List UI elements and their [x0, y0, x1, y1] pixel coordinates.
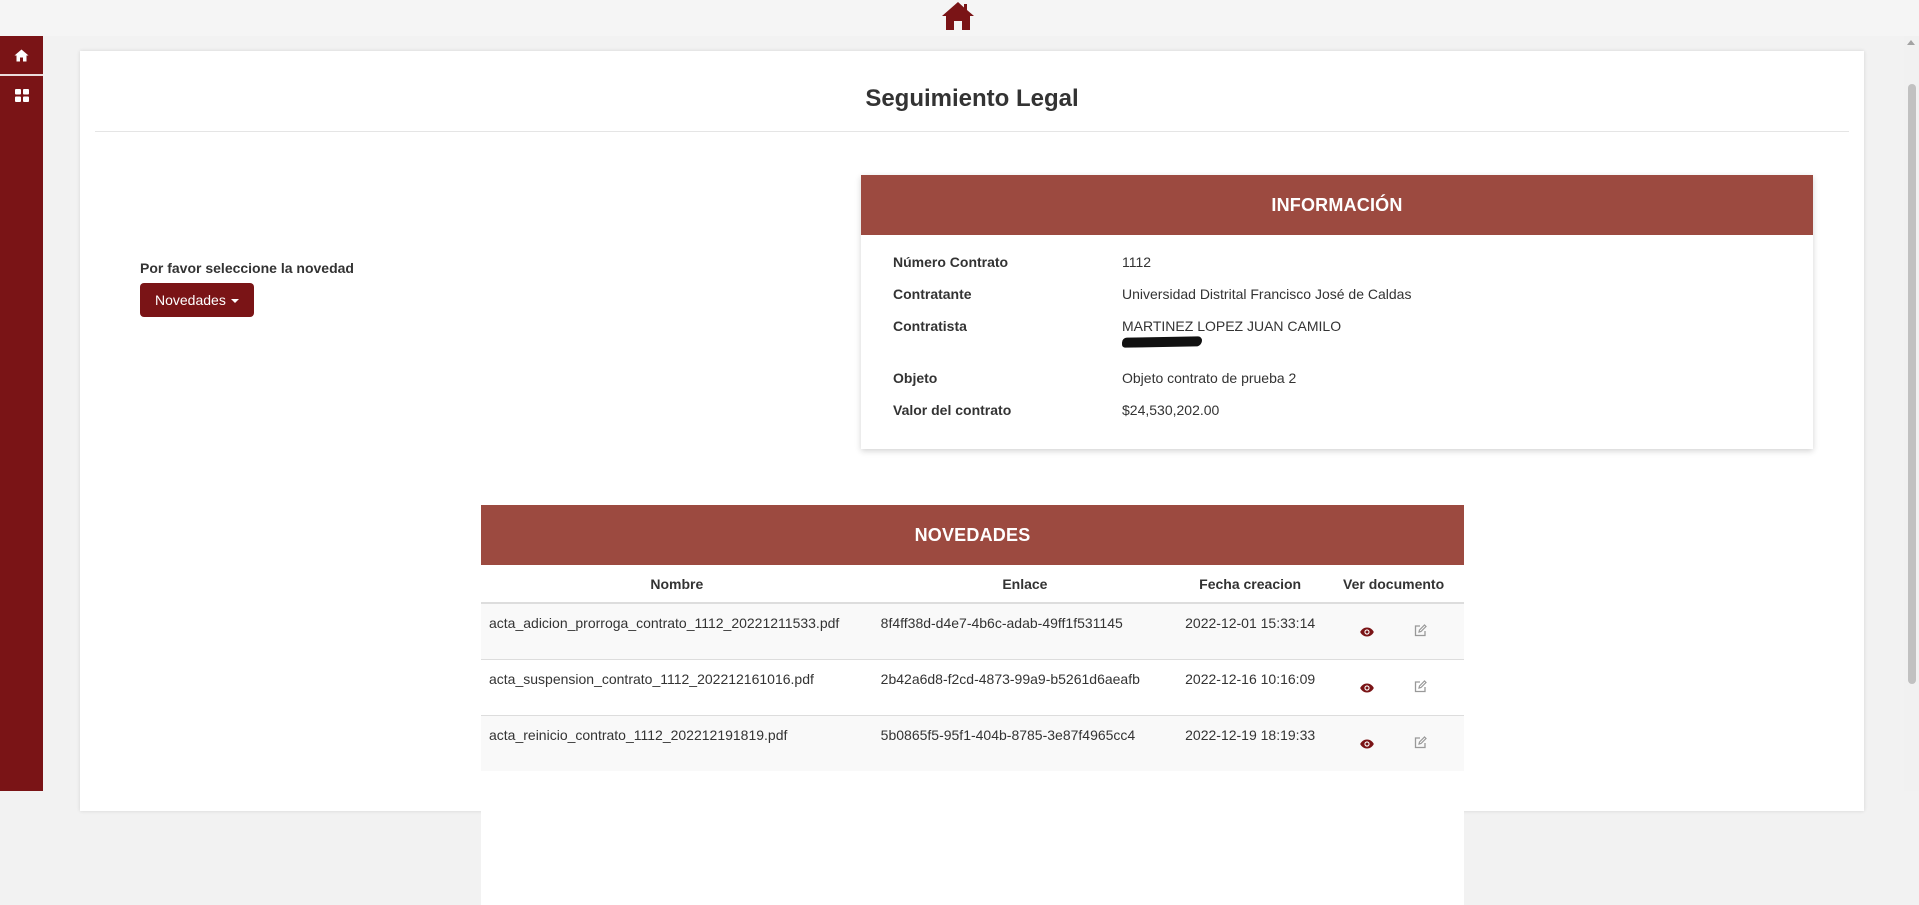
home-icon [14, 49, 29, 61]
info-label: Objeto [893, 370, 938, 386]
column-header-nombre: Nombre [481, 565, 873, 604]
column-header-fecha: Fecha creacion [1177, 565, 1324, 604]
scroll-up-icon[interactable] [1907, 40, 1915, 45]
table-row: acta_reinicio_contrato_1112_202212191819… [481, 714, 1464, 771]
info-panel: INFORMACIÓN Número Contrato 1112 Contrat… [861, 175, 1813, 449]
redaction-mark [1121, 336, 1203, 348]
info-value: 1112 [1122, 254, 1152, 270]
novedades-dropdown-button[interactable]: Novedades [140, 283, 254, 317]
info-value: Objeto contrato de prueba 2 [1122, 370, 1297, 386]
page-scrollbar[interactable] [1904, 36, 1919, 791]
novedades-button-label: Novedades [155, 292, 226, 308]
cell-nombre: acta_suspension_contrato_1112_2022121610… [481, 658, 873, 715]
eye-icon [1360, 683, 1374, 693]
top-bar [0, 0, 1919, 36]
sidebar-divider [0, 74, 43, 76]
view-document-button[interactable] [1360, 680, 1374, 696]
info-value: Universidad Distrital Francisco José de … [1122, 286, 1412, 302]
edit-icon [1414, 679, 1427, 692]
cell-fecha: 2022-12-16 10:16:09 [1177, 658, 1324, 715]
view-document-button[interactable] [1360, 736, 1374, 752]
info-value: $24,530,202.00 [1122, 402, 1220, 418]
edit-icon [1414, 624, 1427, 637]
cell-enlace: 2b42a6d8-f2cd-4873-99a9-b5261d6aeafb [872, 658, 1178, 715]
column-header-ver-documento: Ver documento [1323, 565, 1464, 604]
info-value-contratista: MARTINEZ LOPEZ JUAN CAMILO [1121, 318, 1342, 348]
novedades-table: Nombre Enlace Fecha creacion Ver documen… [481, 565, 1464, 771]
cell-actions [1323, 658, 1464, 715]
info-label: Número Contrato [893, 254, 1009, 270]
info-label: Valor del contrato [893, 402, 1012, 418]
eye-icon [1360, 739, 1374, 749]
cell-nombre: acta_adicion_prorroga_contrato_1112_2022… [481, 602, 873, 659]
cell-actions [1323, 714, 1464, 771]
sidebar [0, 36, 43, 791]
edit-document-button[interactable] [1414, 736, 1427, 752]
eye-icon [1360, 627, 1374, 637]
cell-enlace: 5b0865f5-95f1-404b-8785-3e87f4965cc4 [872, 714, 1178, 771]
table-row: acta_suspension_contrato_1112_2022121610… [481, 658, 1464, 715]
info-panel-header: INFORMACIÓN [861, 175, 1813, 235]
grid-icon [14, 88, 29, 102]
title-divider [95, 131, 1849, 132]
novedades-panel: NOVEDADES Nombre Enlace Fecha creacion V… [481, 505, 1464, 905]
cell-nombre: acta_reinicio_contrato_1112_202212191819… [481, 714, 873, 771]
cell-fecha: 2022-12-19 18:19:33 [1177, 714, 1324, 771]
top-home-button[interactable] [940, 0, 976, 32]
cell-fecha: 2022-12-01 15:33:14 [1177, 602, 1324, 659]
info-value: MARTINEZ LOPEZ JUAN CAMILO [1122, 318, 1342, 334]
main-card: Seguimiento Legal Por favor seleccione l… [80, 51, 1864, 905]
sidebar-item-home[interactable] [0, 36, 43, 74]
info-label: Contratante [893, 286, 972, 302]
table-header-row: Nombre Enlace Fecha creacion Ver documen… [481, 565, 1464, 604]
view-document-button[interactable] [1360, 624, 1374, 640]
page-title: Seguimiento Legal [865, 85, 1079, 112]
info-label: Contratista [893, 318, 967, 334]
home-icon [942, 2, 974, 30]
edit-document-button[interactable] [1414, 679, 1427, 696]
sidebar-item-dashboard[interactable] [0, 76, 43, 114]
scroll-thumb[interactable] [1908, 84, 1916, 684]
column-header-enlace: Enlace [872, 565, 1178, 604]
novedad-prompt: Por favor seleccione la novedad [140, 260, 354, 276]
table-row: acta_adicion_prorroga_contrato_1112_2022… [481, 602, 1464, 659]
cell-enlace: 8f4ff38d-d4e7-4b6c-adab-49ff1f531145 [872, 602, 1178, 659]
edit-document-button[interactable] [1414, 624, 1427, 640]
novedades-panel-header: NOVEDADES [481, 505, 1464, 565]
cell-actions [1323, 602, 1464, 659]
caret-down-icon [230, 299, 239, 303]
edit-icon [1414, 736, 1427, 749]
